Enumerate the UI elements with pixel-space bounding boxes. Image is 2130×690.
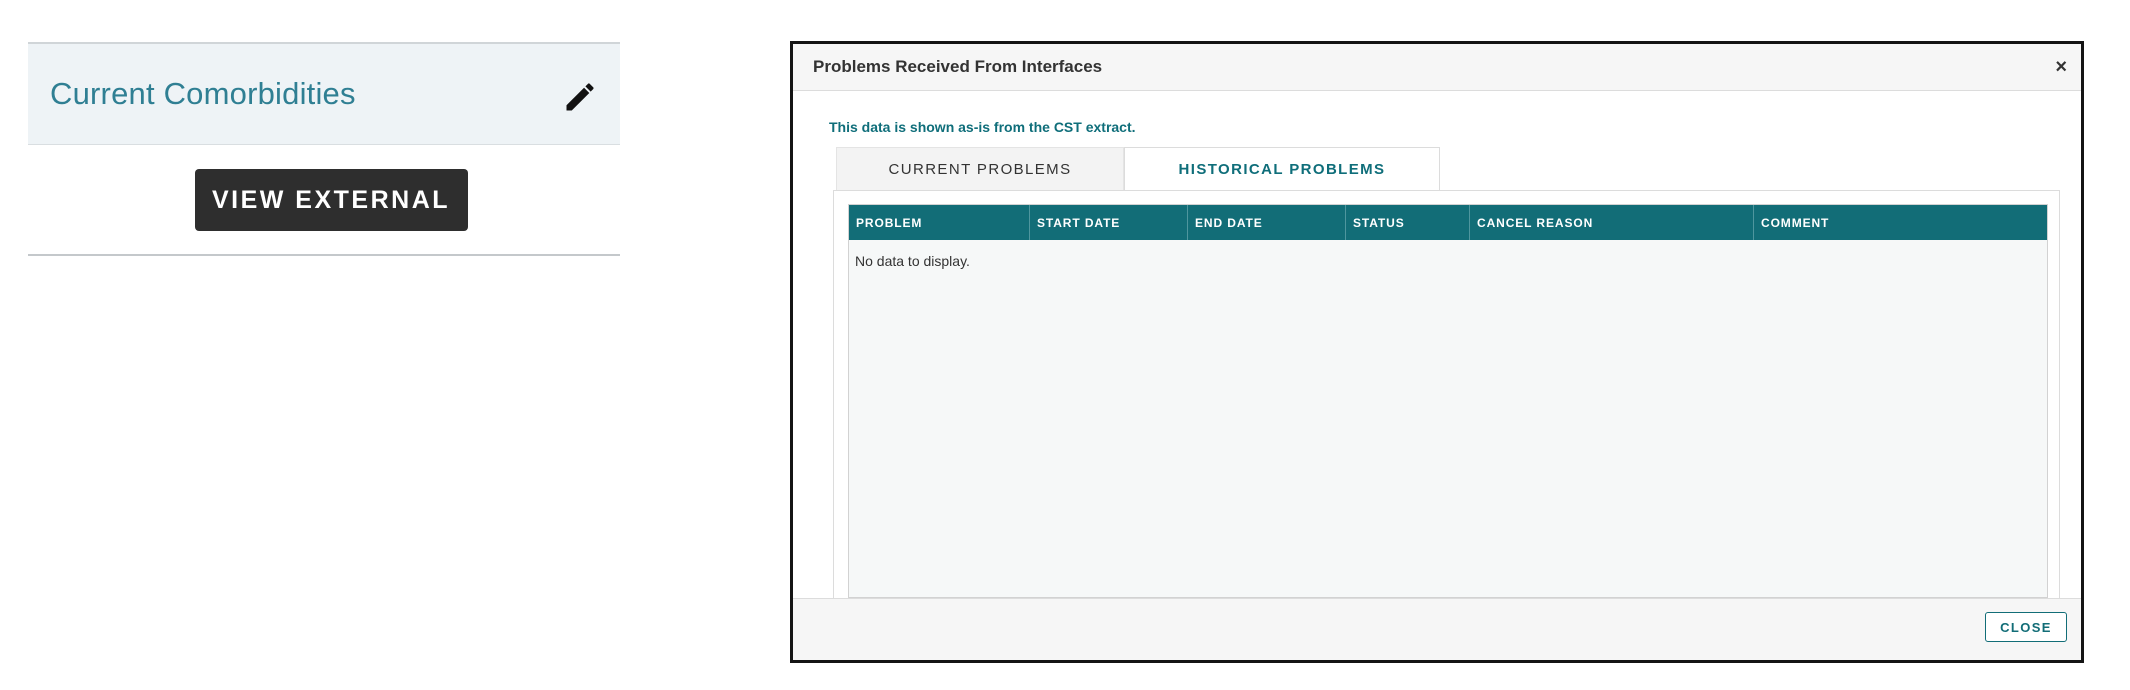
table-header: PROBLEM START DATE END DATE STATUS CANCE…	[849, 205, 2047, 240]
modal-header: Problems Received From Interfaces ×	[793, 44, 2081, 91]
comorbidities-body: VIEW EXTERNAL	[28, 145, 620, 255]
column-header-status[interactable]: STATUS	[1346, 205, 1470, 240]
pencil-icon[interactable]	[562, 73, 598, 115]
comorbidities-title: Current Comorbidities	[50, 76, 356, 111]
data-notice: This data is shown as-is from the CST ex…	[829, 119, 1136, 135]
tab-current-problems[interactable]: CURRENT PROBLEMS	[836, 147, 1124, 191]
column-header-cancel-reason[interactable]: CANCEL REASON	[1470, 205, 1754, 240]
column-header-problem[interactable]: PROBLEM	[849, 205, 1030, 240]
problems-table: PROBLEM START DATE END DATE STATUS CANCE…	[848, 204, 2048, 598]
column-header-end-date[interactable]: END DATE	[1188, 205, 1346, 240]
empty-table-message: No data to display.	[855, 253, 970, 269]
tab-bar: CURRENT PROBLEMS HISTORICAL PROBLEMS	[836, 147, 1440, 191]
tab-panel: PROBLEM START DATE END DATE STATUS CANCE…	[833, 190, 2060, 613]
close-icon[interactable]: ×	[2055, 56, 2067, 79]
comorbidities-header: Current Comorbidities	[28, 44, 620, 145]
modal-title: Problems Received From Interfaces	[813, 57, 1103, 76]
problems-modal: Problems Received From Interfaces × This…	[790, 41, 2084, 663]
column-header-comment[interactable]: COMMENT	[1754, 205, 2047, 240]
column-header-start-date[interactable]: START DATE	[1030, 205, 1188, 240]
view-external-button[interactable]: VIEW EXTERNAL	[194, 169, 468, 231]
comorbidities-panel: Current Comorbidities VIEW EXTERNAL	[28, 42, 620, 256]
modal-footer: CLOSE	[793, 598, 2081, 660]
tab-historical-problems[interactable]: HISTORICAL PROBLEMS	[1124, 147, 1440, 191]
close-button[interactable]: CLOSE	[1985, 612, 2067, 642]
